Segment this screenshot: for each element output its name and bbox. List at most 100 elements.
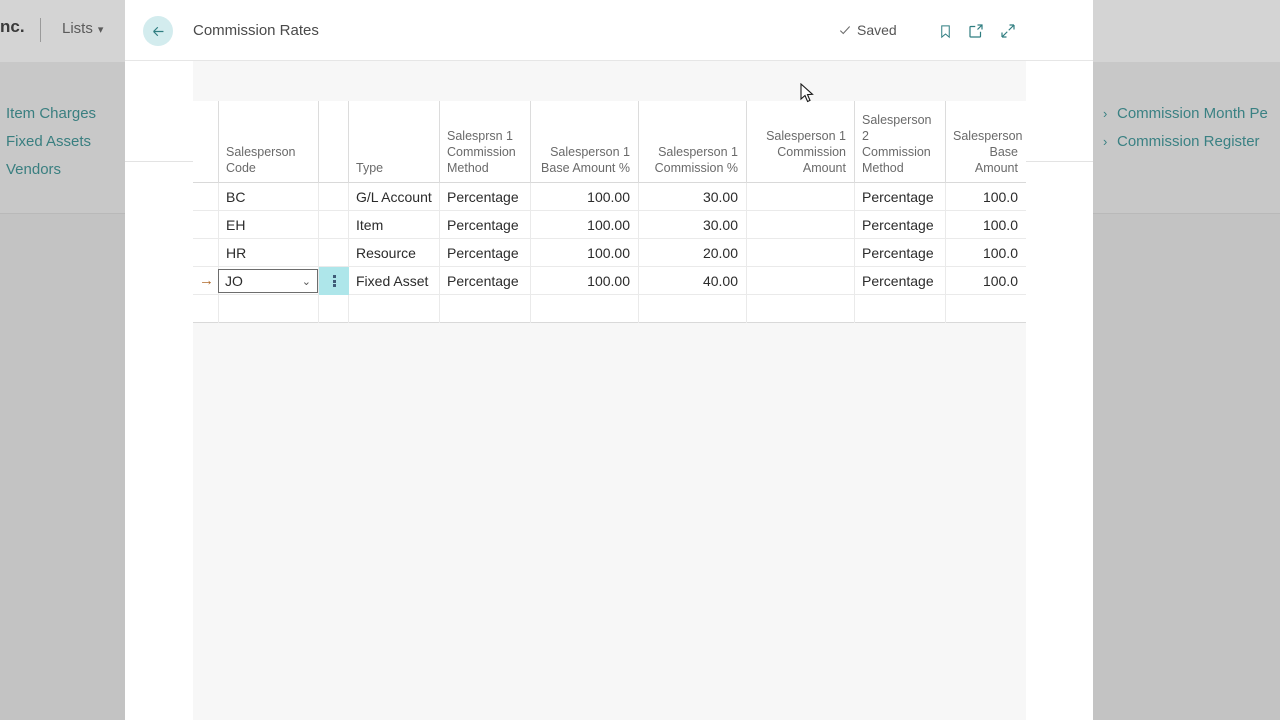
expand-diagonal-icon [999,22,1017,40]
background-left-divider [0,213,125,214]
column-divider [318,101,319,183]
cell-s2base[interactable]: 100.0 [945,239,1026,267]
cell-s2base[interactable]: 100.0 [945,183,1026,211]
mouse-pointer-icon [800,83,816,105]
cell-type[interactable]: Resource [348,239,439,267]
column-header-s1method[interactable]: Salesprsn 1CommissionMethod [447,128,522,176]
column-header-line: Type [356,160,431,176]
column-divider [348,101,349,183]
chevron-right-icon: › [1103,106,1117,121]
column-header-line: Code [226,160,310,176]
table-row[interactable] [193,295,1026,323]
sidebar-item-vendors[interactable]: Vendors [6,161,61,178]
cell-s2method[interactable] [854,295,945,323]
cell-type[interactable]: Fixed Asset [348,267,439,295]
column-divider [530,101,531,183]
column-header-line: Salesperson 1 [754,128,846,144]
cell-s1method[interactable]: Percentage [439,211,530,239]
cell-s1base[interactable]: 100.00 [530,239,638,267]
cell-s1base[interactable]: 100.00 [530,183,638,211]
cell-code[interactable]: BC [218,183,318,211]
cell-s1method[interactable]: Percentage [439,183,530,211]
cell-code[interactable]: EH [218,211,318,239]
column-header-line: Method [862,160,937,176]
cell-divider [318,295,319,323]
column-header-type[interactable]: Type [356,160,431,176]
cell-s1base[interactable]: 100.00 [530,211,638,239]
open-in-new-window-button[interactable] [964,19,988,43]
cell-s2base[interactable]: 100.0 [945,211,1026,239]
column-header-s2base[interactable]: SalespersonBase Amount [953,128,1018,176]
cell-s1comm[interactable] [638,295,746,323]
cell-divider [318,183,319,211]
column-header-line: Base Amount % [538,160,630,176]
cell-s1amount[interactable] [746,295,854,323]
cell-s1amount[interactable] [746,183,854,211]
cell-type[interactable]: Item [348,211,439,239]
cell-s1method[interactable]: Percentage [439,267,530,295]
column-header-s1amount[interactable]: Salesperson 1CommissionAmount [754,128,846,176]
column-divider [746,101,747,183]
cell-type[interactable]: G/L Account [348,183,439,211]
cell-s1comm[interactable]: 30.00 [638,211,746,239]
cell-s1amount[interactable] [746,239,854,267]
table-row[interactable]: HRResourcePercentage100.0020.00Percentag… [193,239,1026,267]
cell-s1comm[interactable]: 30.00 [638,183,746,211]
page-title: Commission Rates [193,22,319,39]
menu-dot [333,280,336,283]
column-header-line: Salesperson 1 [538,144,630,160]
column-header-line: Salesperson 1 [646,144,738,160]
checkmark-icon [838,23,852,37]
cell-code[interactable]: HR [218,239,318,267]
cell-code[interactable] [218,295,318,323]
column-header-line: Method [447,160,522,176]
cell-s1comm[interactable]: 20.00 [638,239,746,267]
chevron-down-icon[interactable]: ⌄ [302,275,311,288]
background-link-commission-month-periods[interactable]: ›Commission Month Pe [1103,105,1268,122]
background-link-label: Commission Register [1117,133,1260,150]
cell-s2method[interactable]: Percentage [854,211,945,239]
column-header-s2method[interactable]: Salesperson2CommissionMethod [862,112,937,176]
saved-status: Saved [838,22,897,38]
arrow-right-icon: → [199,267,214,295]
cell-s2base[interactable]: 100.0 [945,267,1026,295]
cell-s1base[interactable] [530,295,638,323]
cell-s1amount[interactable] [746,267,854,295]
row-menu-button[interactable] [319,267,349,295]
column-header-code[interactable]: SalespersonCode [226,144,310,176]
cell-s1comm[interactable]: 40.00 [638,267,746,295]
cell-s2method[interactable]: Percentage [854,183,945,211]
column-header-line: Commission % [646,160,738,176]
sidebar-item-item-charges[interactable]: Item Charges [6,105,96,122]
bookmark-button[interactable] [933,19,957,43]
grid-rows: BCG/L AccountPercentage100.0030.00Percen… [193,183,1026,323]
page-header: Commission Rates Saved [125,0,1093,61]
chevron-right-icon: › [1103,134,1117,149]
cell-s2method[interactable]: Percentage [854,267,945,295]
grid-header-row: SalespersonCodeTypeSalesprsn 1Commission… [193,101,1026,183]
salesperson-code-input[interactable]: JO⌄ [218,269,318,293]
cell-s1amount[interactable] [746,211,854,239]
cell-s1method[interactable]: Percentage [439,239,530,267]
back-button[interactable] [143,16,173,46]
column-header-line: Commission [447,144,522,160]
table-row[interactable]: Fixed AssetPercentage100.0040.00Percenta… [193,267,1026,295]
nav-lists-menu[interactable]: Lists▾ [62,20,103,37]
sidebar-item-fixed-assets[interactable]: Fixed Assets [6,133,91,150]
app-brand: nc. [0,17,25,37]
column-header-line: Salesperson [953,128,1018,144]
column-header-s1base[interactable]: Salesperson 1Base Amount % [538,144,630,176]
column-header-s1comm[interactable]: Salesperson 1Commission % [646,144,738,176]
table-row[interactable]: BCG/L AccountPercentage100.0030.00Percen… [193,183,1026,211]
cell-s1method[interactable] [439,295,530,323]
table-row[interactable]: EHItemPercentage100.0030.00Percentage100… [193,211,1026,239]
background-link-commission-register[interactable]: ›Commission Register [1103,133,1260,150]
background-right-topbar [1093,0,1280,62]
cell-s2method[interactable]: Percentage [854,239,945,267]
cell-s2base[interactable] [945,295,1026,323]
column-header-line: Salesprsn 1 [447,128,522,144]
bookmark-icon [938,22,953,41]
expand-button[interactable] [996,19,1020,43]
cell-s1base[interactable]: 100.00 [530,267,638,295]
cell-type[interactable] [348,295,439,323]
